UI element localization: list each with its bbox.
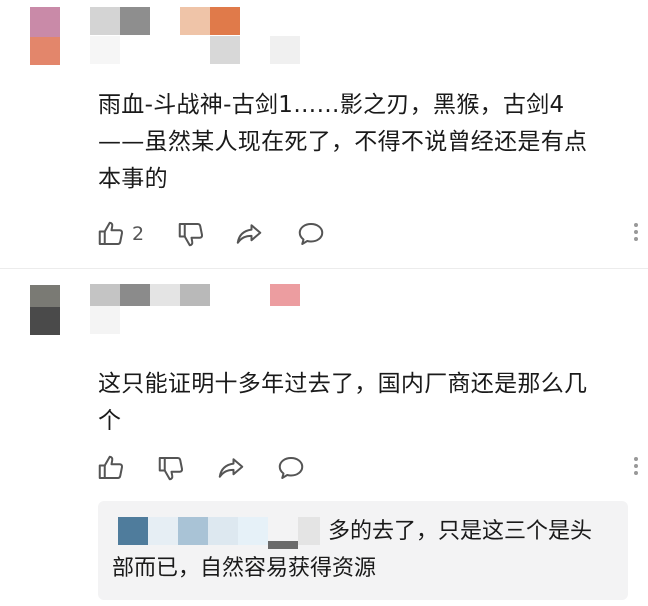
thumb-up-icon bbox=[98, 455, 124, 479]
comment-line: 个 bbox=[98, 408, 122, 434]
more-options-button[interactable] bbox=[632, 220, 640, 248]
name-pixel bbox=[298, 517, 320, 545]
share-button[interactable] bbox=[234, 218, 264, 250]
name-pixel bbox=[208, 517, 238, 545]
name-pixel bbox=[180, 284, 210, 306]
more-dot bbox=[634, 237, 638, 241]
reply-button[interactable] bbox=[296, 218, 326, 250]
reply-box[interactable]: 多的去了，只是这三个是头 部而已，自然容易获得资源 bbox=[98, 501, 628, 600]
name-pixel bbox=[180, 7, 210, 35]
name-pixel bbox=[120, 7, 150, 35]
name-pixel bbox=[148, 517, 178, 545]
thumb-up-icon bbox=[98, 221, 124, 245]
dislike-button[interactable] bbox=[176, 218, 206, 250]
comment-line: 本事的 bbox=[98, 166, 168, 192]
name-pixel bbox=[150, 284, 180, 306]
more-dot bbox=[634, 230, 638, 234]
name-pixel bbox=[268, 541, 298, 549]
comment-divider bbox=[0, 268, 648, 269]
more-options-button[interactable] bbox=[632, 454, 640, 482]
avatar-pixel bbox=[30, 285, 60, 307]
comment-actions bbox=[96, 452, 638, 484]
like-button[interactable] bbox=[96, 452, 132, 484]
name-pixel bbox=[90, 306, 120, 334]
comment-line: 这只能证明十多年过去了，国内厂商还是那么几 bbox=[98, 371, 588, 397]
share-icon bbox=[218, 458, 244, 478]
name-pixel bbox=[238, 517, 268, 545]
reply-text-line: 部而已，自然容易获得资源 bbox=[112, 556, 377, 581]
name-pixel bbox=[270, 36, 300, 64]
comment-line: 雨血-斗战神-古剑1……影之刃，黑猴，古剑4 bbox=[98, 92, 565, 118]
like-button[interactable]: 2 bbox=[96, 218, 144, 250]
more-vertical-icon bbox=[634, 223, 638, 227]
comment-text: 雨血-斗战神-古剑1……影之刃，黑猴，古剑4 ——虽然某人现在死了，不得不说曾经… bbox=[98, 87, 628, 198]
name-pixel bbox=[118, 517, 148, 545]
name-pixel bbox=[270, 284, 300, 306]
share-button[interactable] bbox=[216, 452, 246, 484]
thumb-down-icon bbox=[158, 457, 184, 481]
more-vertical-icon bbox=[634, 457, 638, 461]
name-pixel bbox=[90, 7, 120, 35]
name-pixel bbox=[120, 284, 150, 306]
avatar-pixel bbox=[30, 307, 60, 335]
comment-actions: 2 bbox=[96, 218, 638, 250]
comment-line: ——虽然某人现在死了，不得不说曾经还是有点 bbox=[98, 129, 588, 155]
avatar-pixel bbox=[30, 37, 60, 65]
name-pixel bbox=[210, 36, 240, 64]
share-icon bbox=[236, 224, 262, 244]
reply-button[interactable] bbox=[276, 452, 306, 484]
comment-text: 这只能证明十多年过去了，国内厂商还是那么几 个 bbox=[98, 366, 628, 440]
name-pixel bbox=[90, 284, 120, 306]
more-dot bbox=[634, 471, 638, 475]
avatar-pixel bbox=[30, 7, 60, 37]
more-dot bbox=[634, 464, 638, 468]
reply-text-line: 多的去了，只是这三个是头 bbox=[328, 519, 593, 544]
comment-bubble-icon bbox=[298, 223, 324, 245]
name-pixel bbox=[90, 36, 120, 64]
name-pixel bbox=[210, 7, 240, 35]
thumb-down-icon bbox=[178, 223, 204, 247]
name-pixel bbox=[178, 517, 208, 545]
comment-bubble-icon bbox=[278, 457, 304, 479]
like-count: 2 bbox=[132, 223, 145, 245]
dislike-button[interactable] bbox=[156, 452, 186, 484]
